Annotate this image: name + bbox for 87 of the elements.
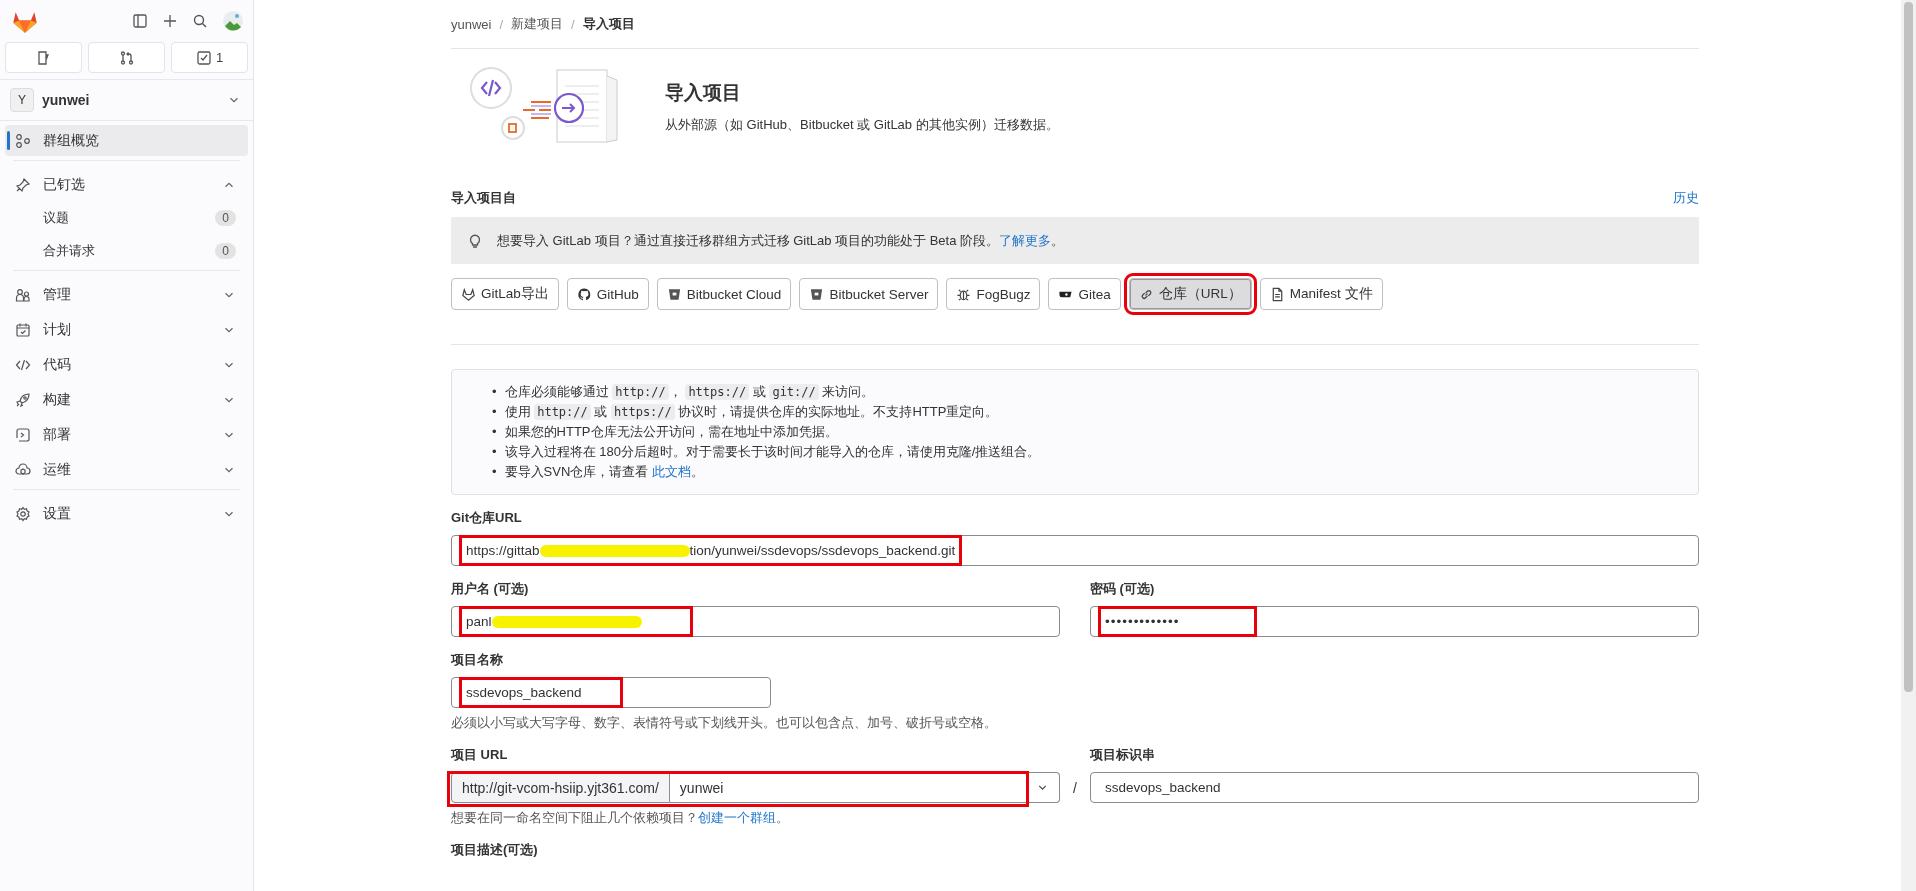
- gear-icon: [15, 505, 31, 522]
- import-source-button[interactable]: FogBugz: [946, 278, 1041, 310]
- github-icon: [576, 286, 592, 302]
- bullet: •: [492, 463, 497, 481]
- count-badge: 0: [215, 242, 236, 259]
- section-heading: 导入项目自: [451, 189, 516, 207]
- users-icon: [15, 286, 31, 303]
- import-source-button[interactable]: Gitea: [1048, 278, 1121, 310]
- nav-item[interactable]: 部署: [5, 419, 248, 450]
- checkbox-icon: [195, 49, 212, 66]
- field-label: 项目名称: [451, 651, 504, 669]
- field-label: 用户名 (可选): [451, 580, 530, 598]
- create-group-link[interactable]: 创建一个群组: [698, 810, 776, 825]
- path-separator: /: [1072, 779, 1078, 796]
- bullet: •: [492, 423, 497, 441]
- bucket-icon: [666, 286, 682, 302]
- bucket-icon: [809, 286, 825, 302]
- scrollbar[interactable]: [1901, 0, 1916, 891]
- project-slug-field[interactable]: ssdevops_backend: [1090, 772, 1699, 803]
- sidebar-toggle-icon[interactable]: [132, 13, 148, 29]
- field-label: 项目 URL: [451, 746, 509, 764]
- todo-button[interactable]: 1: [171, 42, 248, 73]
- nav-item[interactable]: 运维: [5, 454, 248, 485]
- breadcrumb-link[interactable]: 新建项目: [511, 15, 564, 33]
- field-label: 项目描述(可选): [451, 841, 539, 859]
- calendar-icon: [15, 321, 31, 338]
- import-source-button[interactable]: GitLab导出: [451, 278, 559, 310]
- nav-item[interactable]: 构建: [5, 384, 248, 415]
- docs-link[interactable]: 此文档: [651, 464, 691, 479]
- breadcrumb-link[interactable]: 导入项目: [582, 15, 635, 33]
- import-source-button[interactable]: Bitbucket Server: [799, 278, 939, 310]
- nav-item[interactable]: 群组概览: [5, 125, 248, 156]
- breadcrumb-separator: /: [571, 16, 575, 32]
- learn-more-link[interactable]: 了解更多: [999, 232, 1052, 248]
- history-link[interactable]: 历史: [1673, 189, 1699, 207]
- search-icon[interactable]: [192, 13, 208, 29]
- info-text: 该导入过程将在 180分后超时。对于需要长于该时间才能导入的仓库，请使用克隆/推送组合。: [504, 443, 1041, 461]
- info-text: 如果您的HTTP仓库无法公开访问，需在地址中添加凭据。: [504, 423, 838, 441]
- nav-item[interactable]: 已钉选: [5, 169, 248, 200]
- repo-url-field[interactable]: https://gittab tion/yunwei/ssdevops/ssdevops_backend.git: [451, 535, 1699, 566]
- breadcrumb-link[interactable]: yunwei: [451, 16, 492, 32]
- help-text: 想要在同一命名空间下阻止几个依赖项目？创建一个群组。: [451, 809, 790, 827]
- bullet: •: [492, 383, 497, 401]
- namespace-dropdown[interactable]: yunwei: [669, 772, 1060, 803]
- import-source-button[interactable]: Bitbucket Cloud: [656, 278, 792, 310]
- count-badge: 0: [215, 209, 236, 226]
- group-avatar: Y: [10, 88, 34, 112]
- project-name-field[interactable]: ssdevops_backend: [451, 677, 771, 708]
- field-label: 项目标识串: [1090, 746, 1156, 764]
- info-text: 要导入SVN仓库，请查看 此文档。: [504, 463, 704, 481]
- breadcrumb-separator: /: [499, 16, 504, 32]
- page-title: 导入项目: [665, 81, 742, 105]
- nav-item[interactable]: 设置: [5, 498, 248, 529]
- bullet: •: [492, 443, 497, 461]
- nav-item[interactable]: 合并请求 0: [5, 235, 248, 266]
- merge-requests-button[interactable]: [88, 42, 165, 73]
- help-text: 必须以小写或大写字母、数字、表情符号或下划线开头。也可以包含点、加号、破折号或空格。: [451, 714, 998, 732]
- plus-icon[interactable]: [162, 13, 178, 29]
- field-label: 密码 (可选): [1090, 580, 1156, 598]
- nav-item[interactable]: 议题 0: [5, 202, 248, 233]
- issues-button[interactable]: [5, 42, 82, 73]
- cloud-icon: [15, 461, 31, 478]
- group-switcher[interactable]: Y yunwei: [0, 80, 253, 121]
- import-source-button[interactable]: Manifest 文件: [1259, 278, 1383, 310]
- deploy-icon: [15, 426, 31, 443]
- page-subtitle: 从外部源（如 GitHub、Bitbucket 或 GitLab 的其他实例）迁移数据。: [665, 116, 1059, 134]
- avatar-icon[interactable]: [222, 10, 244, 32]
- password-field[interactable]: •••••••••••••: [1090, 606, 1699, 637]
- info-text: 使用 http:// 或 https:// 协议时，请提供仓库的实际地址。不支持HTTP重定向。: [504, 403, 999, 422]
- nav-item[interactable]: 计划: [5, 314, 248, 345]
- lightbulb-icon: [467, 232, 483, 249]
- merge-request-icon: [118, 49, 135, 66]
- overview-icon: [15, 132, 31, 149]
- info-text: 仓库必须能够通过 http:// ， https:// 或 git:// 来访问。: [504, 383, 875, 402]
- alert-text: 想要导入 GitLab 项目？通过直接迁移群组方式迁移 GitLab 项目的功能处于 Beta 阶段。了解更多。: [497, 231, 1065, 250]
- field-label: Git仓库URL: [451, 509, 523, 527]
- nav-item[interactable]: 管理: [5, 279, 248, 310]
- issues-icon: [35, 49, 52, 66]
- nav-item[interactable]: 代码: [5, 349, 248, 380]
- import-source-button[interactable]: GitHub: [566, 278, 649, 310]
- pin-icon: [15, 176, 31, 193]
- rocket-icon: [15, 391, 31, 408]
- username-field[interactable]: panl: [451, 606, 1060, 637]
- url-prefix: http://git-vcom-hsiip.yjt361.com/: [451, 772, 670, 803]
- group-name: yunwei: [42, 92, 91, 108]
- bullet: •: [492, 403, 497, 421]
- tanuki-icon: [461, 286, 476, 302]
